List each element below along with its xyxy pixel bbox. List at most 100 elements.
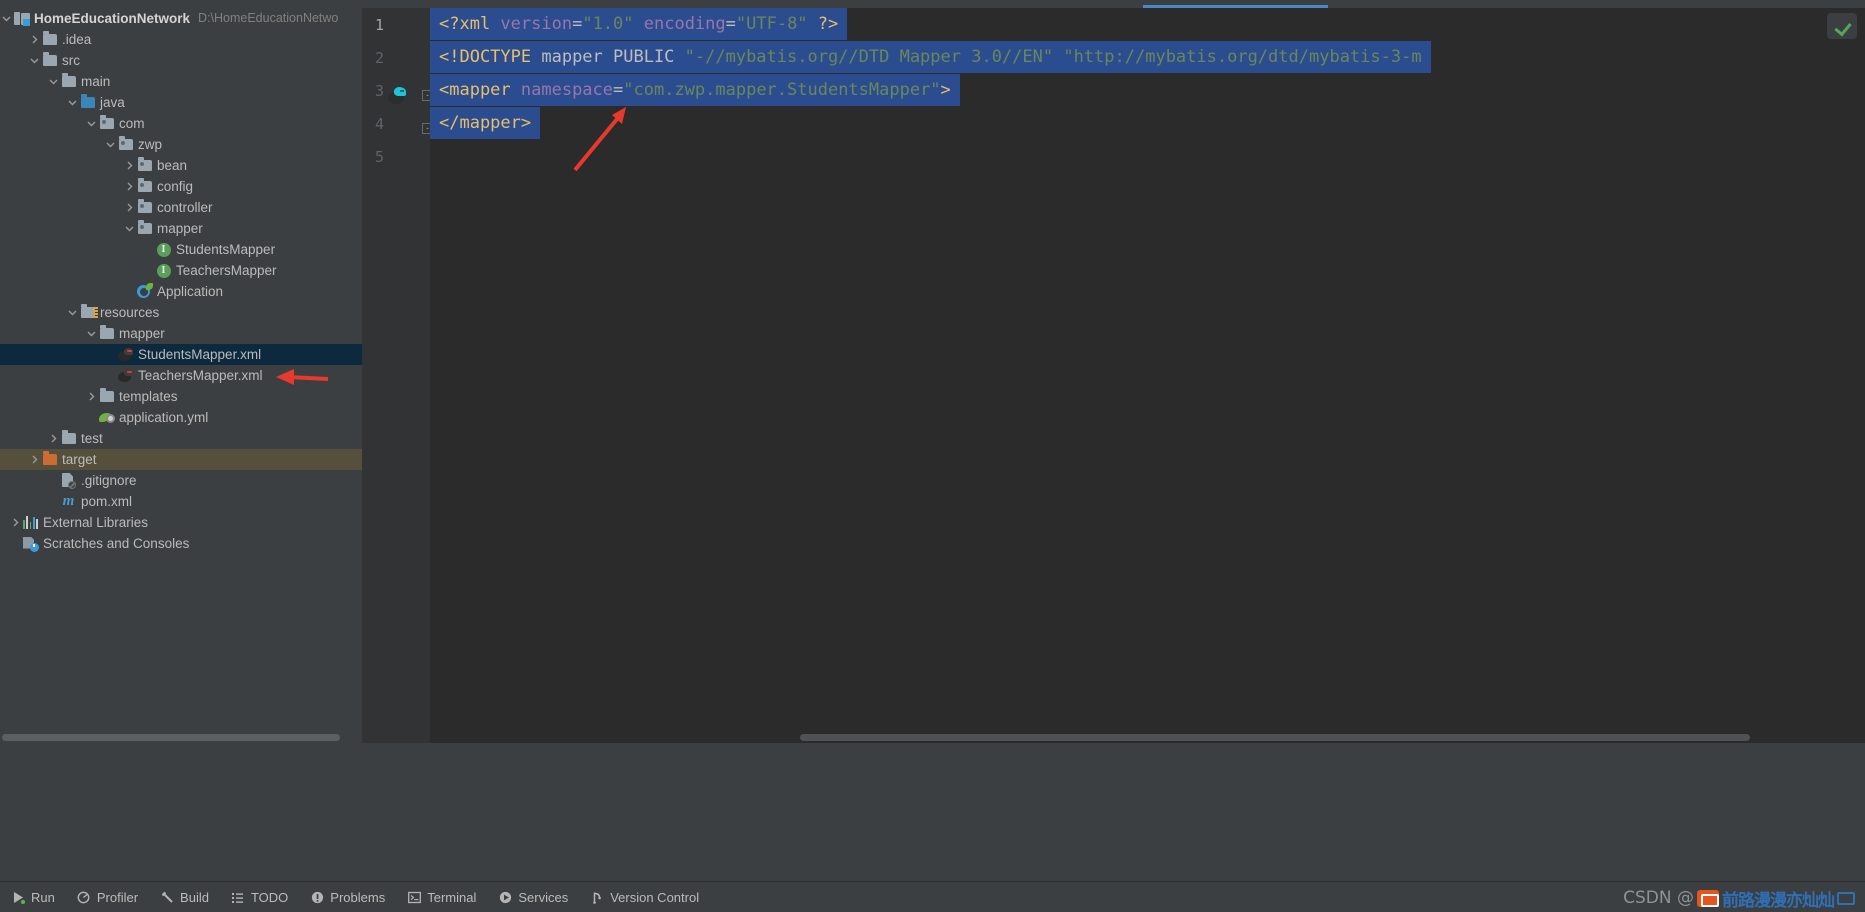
tree-item-templates[interactable]: templates [0,386,362,407]
tree-item-studentsmapper-xml[interactable]: StudentsMapper.xml [0,344,362,365]
folder-icon [98,386,115,407]
chevron-right-icon[interactable] [85,386,98,407]
package-icon [136,218,153,239]
tree-item-gitignore[interactable]: .gitignore [0,470,362,491]
code-line[interactable]: <!DOCTYPE mapper PUBLIC "-//mybatis.org/… [430,41,1431,73]
code-line[interactable]: <mapper namespace="com.zwp.mapper.Studen… [430,74,960,106]
chevron-right-icon[interactable] [123,176,136,197]
tree-item-resources[interactable]: resources [0,302,362,323]
excluded-folder-icon [41,449,58,470]
chevron-down-icon[interactable] [123,218,136,239]
bottom-bar-run[interactable]: Run [0,882,66,912]
services-icon [498,890,512,904]
tree-item-controller[interactable]: controller [0,197,362,218]
tree-item-src[interactable]: src [0,50,362,71]
chevron-down-icon[interactable] [85,323,98,344]
tree-item-application-yml[interactable]: application.yml [0,407,362,428]
code-line[interactable]: <?xml version="1.0" encoding="UTF-8" ?> [430,8,848,40]
bottom-bar-label: Profiler [96,889,139,905]
libraries-icon [22,512,39,533]
inspection-status-widget[interactable] [1827,13,1857,39]
tree-item-com[interactable]: com [0,113,362,134]
project-tree-hscrollbar[interactable] [0,732,362,743]
tree-item-mapper[interactable]: mapper [0,218,362,239]
bottom-bar-todo[interactable]: TODO [220,882,299,912]
tree-item-label: resources [100,305,160,320]
bottom-bar-label: Run [31,889,55,905]
ide-window: HomeEducationNetwork D:\HomeEducationNetw… [0,0,1865,912]
tree-item-bean[interactable]: bean [0,155,362,176]
bottom-bar-problems[interactable]: Problems [299,882,396,912]
mybatis-mapper-icon[interactable] [386,87,408,105]
tree-item-config[interactable]: config [0,176,362,197]
code-text-area[interactable]: <?xml version="1.0" encoding="UTF-8" ?> <… [430,8,1865,743]
chevron-down-icon[interactable] [0,8,13,29]
chevron-right-icon[interactable] [9,512,22,533]
tree-item-zwp[interactable]: zwp [0,134,362,155]
chevron-down-icon[interactable] [104,134,117,155]
scrollbar-thumb[interactable] [800,734,1750,741]
chevron-right-icon[interactable] [28,449,41,470]
bottom-bar-build[interactable]: Build [149,882,220,912]
scrollbar-thumb[interactable] [2,734,340,741]
package-icon [136,155,153,176]
run-icon [11,890,25,904]
tree-item-label: TeachersMapper.xml [138,368,263,383]
resources-folder-icon [79,302,98,323]
chevron-down-icon[interactable] [28,50,41,71]
editor-gutter[interactable]: 1 2 3 4 5 - - [362,8,433,743]
tree-item-pom-xml[interactable]: m pom.xml [0,491,362,512]
editor-hscrollbar[interactable] [430,731,1865,743]
code-editor[interactable]: 1 2 3 4 5 - - <?xml version="1.0" encodi… [362,8,1865,743]
chevron-right-icon[interactable] [123,197,136,218]
tree-item-label: zwp [138,137,163,152]
tree-item-application[interactable]: Application [0,281,362,302]
watermark-username: 前路漫漫亦灿灿 [1722,890,1835,911]
project-tree-root[interactable]: HomeEducationNetwork D:\HomeEducationNetw… [0,8,362,29]
bottom-tool-window-bar[interactable]: Run Profiler Build TODO Problems Terminal Serv… [0,881,1865,912]
tree-item-teachersmapper[interactable]: I TeachersMapper [0,260,362,281]
bottom-bar-terminal[interactable]: Terminal [396,882,487,912]
chevron-right-icon[interactable] [47,428,60,449]
folder-icon [41,29,58,50]
chevron-down-icon[interactable] [85,113,98,134]
tree-item-idea[interactable]: .idea [0,29,362,50]
profiler-icon [77,890,91,904]
tree-item-studentsmapper[interactable]: I StudentsMapper [0,239,362,260]
bottom-bar-profiler[interactable]: Profiler [66,882,149,912]
tree-item-label: External Libraries [43,515,149,530]
chevron-down-icon[interactable] [66,302,79,323]
watermark-prefix: CSDN @ [1623,888,1694,908]
tree-item-label: bean [157,158,188,173]
tree-item-target[interactable]: target [0,449,362,470]
maven-icon: m [62,493,75,509]
project-root-label: HomeEducationNetwork [34,11,191,26]
version-control-icon [590,890,604,904]
chevron-right-icon[interactable] [123,155,136,176]
gitignore-icon [60,470,77,491]
tree-item-test[interactable]: test [0,428,362,449]
build-hammer-icon [160,890,174,904]
tree-item-java[interactable]: java [0,92,362,113]
tree-item-label: application.yml [119,410,209,425]
problems-icon [310,890,324,904]
chevron-down-icon[interactable] [47,71,60,92]
bottom-bar-services[interactable]: Services [487,882,579,912]
tree-item-teachersmapper-xml[interactable]: TeachersMapper.xml [0,365,362,386]
code-line[interactable]: </mapper> [430,107,541,139]
project-tree-panel[interactable]: HomeEducationNetwork D:\HomeEducationNetw… [0,8,362,743]
keyboard-icon [1837,891,1855,905]
tree-item-label: config [157,179,194,194]
tree-item-mapper[interactable]: mapper [0,323,362,344]
tree-item-main[interactable]: main [0,71,362,92]
tree-item-label: src [62,53,80,68]
chevron-down-icon[interactable] [66,92,79,113]
line-number: 1 [374,16,384,34]
tree-item-external-libraries[interactable]: External Libraries [0,512,362,533]
bottom-bar-version-control[interactable]: Version Control [579,882,710,912]
source-folder-icon [79,92,96,113]
chevron-right-icon[interactable] [28,29,41,50]
tree-item-scratches-and-consoles[interactable]: Scratches and Consoles [0,533,362,554]
